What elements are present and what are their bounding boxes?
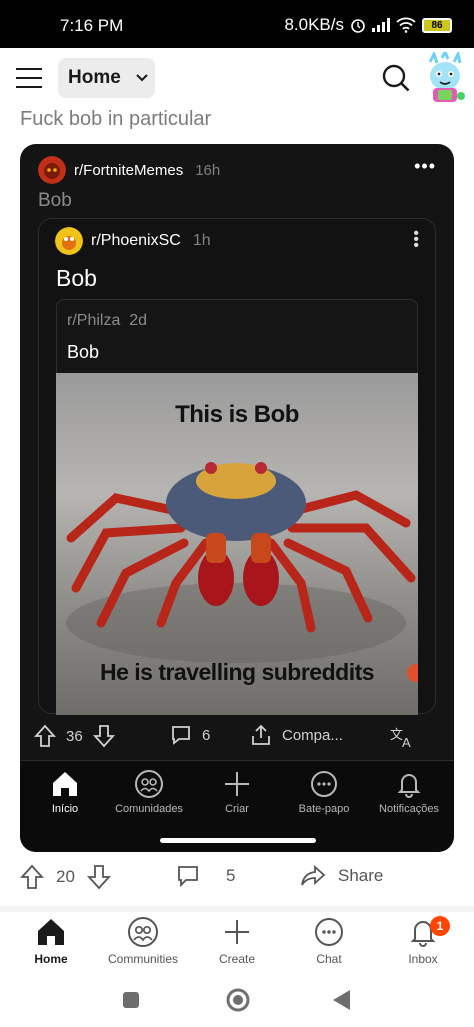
post-age: 16h	[195, 161, 221, 179]
inner-post-age: 1h	[192, 232, 211, 249]
nav-label: Notificações	[379, 803, 439, 815]
share-button[interactable]: Compa...	[250, 724, 343, 746]
nested-source: r/Philza 2d	[67, 312, 147, 330]
nav-label: Criar	[225, 803, 249, 815]
comment-button[interactable]: 6	[170, 724, 210, 746]
meme-bottom-text: He is travelling subreddits	[99, 659, 375, 685]
vote-group: 36	[34, 724, 115, 748]
alarm-icon	[351, 19, 365, 33]
feed-selector[interactable]: Home	[58, 58, 155, 98]
comment-count: 6	[202, 726, 211, 744]
subreddit-icon	[55, 227, 83, 255]
chat-icon	[311, 771, 337, 797]
inner-post-title[interactable]: Bob	[56, 265, 97, 292]
bottom-nav: Home Communities Create Chat Inbox 1	[0, 912, 474, 974]
nav-label: Home	[34, 952, 68, 966]
signal-icon	[372, 18, 390, 32]
share-button[interactable]: Share	[300, 864, 383, 888]
subreddit-name[interactable]: r/FortniteMemes	[74, 162, 183, 179]
nav-item-bate-papo[interactable]: Bate-papo	[279, 769, 369, 815]
svg-text:A: A	[402, 735, 411, 748]
nav-label: Inbox	[408, 952, 438, 966]
share-icon	[301, 864, 326, 886]
status-bar: 7:16 PM 8.0KB/s 86	[0, 0, 474, 48]
inner-post[interactable]: r/PhoenixSC 1h ••• Bob r/Philza 2d Bob	[38, 218, 436, 715]
feed-label: Home	[68, 67, 121, 88]
chat-icon	[315, 918, 343, 946]
recents-icon[interactable]	[121, 990, 141, 1010]
vote-group: 20	[20, 864, 111, 890]
share-label: Compa...	[282, 726, 343, 744]
chevron-down-icon	[136, 74, 148, 82]
crosspost-title[interactable]: Bob	[38, 190, 72, 212]
battery-icon: 86	[422, 17, 452, 33]
meme-image[interactable]: This is Bob He is travelling subreddits	[56, 373, 418, 715]
more-options-icon[interactable]: •••	[414, 156, 436, 177]
plus-icon	[225, 920, 249, 944]
online-indicator	[457, 92, 465, 100]
nav-item-inbox[interactable]: Inbox 1	[376, 916, 470, 966]
translate-icon[interactable]: 文A	[390, 726, 416, 748]
nav-label: Create	[218, 952, 256, 966]
more-options-icon[interactable]: •••	[413, 226, 419, 254]
vote-count: 20	[56, 867, 75, 886]
nav-label: Communities	[107, 952, 179, 966]
nav-label: Comunidades	[115, 803, 183, 815]
card-header: r/FortniteMemes 16h	[38, 156, 220, 184]
nav-item-criar[interactable]: Criar	[192, 769, 282, 815]
back-icon[interactable]	[330, 988, 352, 1012]
subreddit-icon	[38, 156, 66, 184]
inbox-badge: 1	[430, 916, 450, 936]
status-icons: 8.0KB/s 86	[284, 15, 452, 35]
crosspost-actions: 36 6 Compa... 文A	[34, 724, 440, 754]
communities-icon	[128, 917, 158, 947]
top-bar: Home	[0, 48, 474, 110]
gesture-handle	[160, 838, 316, 843]
downvote-icon[interactable]	[92, 724, 115, 748]
upvote-icon[interactable]	[20, 864, 44, 890]
nested-subreddit: r/Philza	[67, 312, 121, 329]
nav-item-home[interactable]: Home	[4, 916, 98, 966]
nested-post-title: Bob	[67, 342, 100, 362]
inner-subreddit-name[interactable]: r/PhoenixSC	[91, 232, 181, 250]
nav-item-chat[interactable]: Chat	[282, 916, 376, 966]
status-time: 7:16 PM	[60, 16, 124, 35]
inner-post-header: r/PhoenixSC 1h	[55, 227, 211, 255]
nav-item-inicio[interactable]: Início	[20, 769, 110, 815]
system-nav-bar	[0, 974, 474, 1027]
net-speed: 8.0KB/s	[284, 15, 344, 34]
nav-label: Bate-papo	[298, 803, 350, 815]
search-icon[interactable]	[380, 62, 412, 94]
comment-icon	[178, 866, 198, 888]
post-title[interactable]: Fuck bob in particular	[20, 108, 211, 131]
nav-item-notificacoes[interactable]: Notificações	[364, 769, 454, 815]
home-icon	[38, 919, 64, 945]
comment-count: 5	[226, 866, 236, 885]
nav-item-communities[interactable]: Communities	[96, 916, 190, 966]
downvote-icon[interactable]	[86, 864, 111, 890]
menu-icon[interactable]	[16, 68, 42, 88]
communities-icon	[135, 770, 163, 798]
nav-label: Início	[51, 803, 79, 815]
bell-icon	[397, 774, 421, 798]
comment-icon	[172, 726, 190, 745]
post-actions: 20 5 Share	[0, 862, 474, 896]
plus-icon	[225, 772, 249, 796]
meme-top-text: This is Bob	[175, 401, 299, 428]
share-icon	[252, 724, 270, 745]
nav-item-create[interactable]: Create	[190, 916, 284, 966]
nested-post[interactable]: r/Philza 2d Bob	[56, 299, 418, 375]
crosspost-card[interactable]: r/FortniteMemes 16h ••• Bob r/PhoenixSC …	[20, 144, 454, 852]
nav-label: Chat	[316, 952, 342, 966]
upvote-icon[interactable]	[34, 724, 56, 748]
nested-age: 2d	[129, 312, 148, 329]
wifi-icon	[396, 17, 416, 33]
share-label: Share	[338, 866, 384, 885]
comment-button[interactable]: 5	[176, 864, 235, 888]
nav-item-comunidades[interactable]: Comunidades	[104, 769, 194, 815]
vote-count: 36	[66, 727, 83, 745]
home-icon	[53, 772, 77, 796]
home-button-icon[interactable]	[225, 987, 251, 1013]
